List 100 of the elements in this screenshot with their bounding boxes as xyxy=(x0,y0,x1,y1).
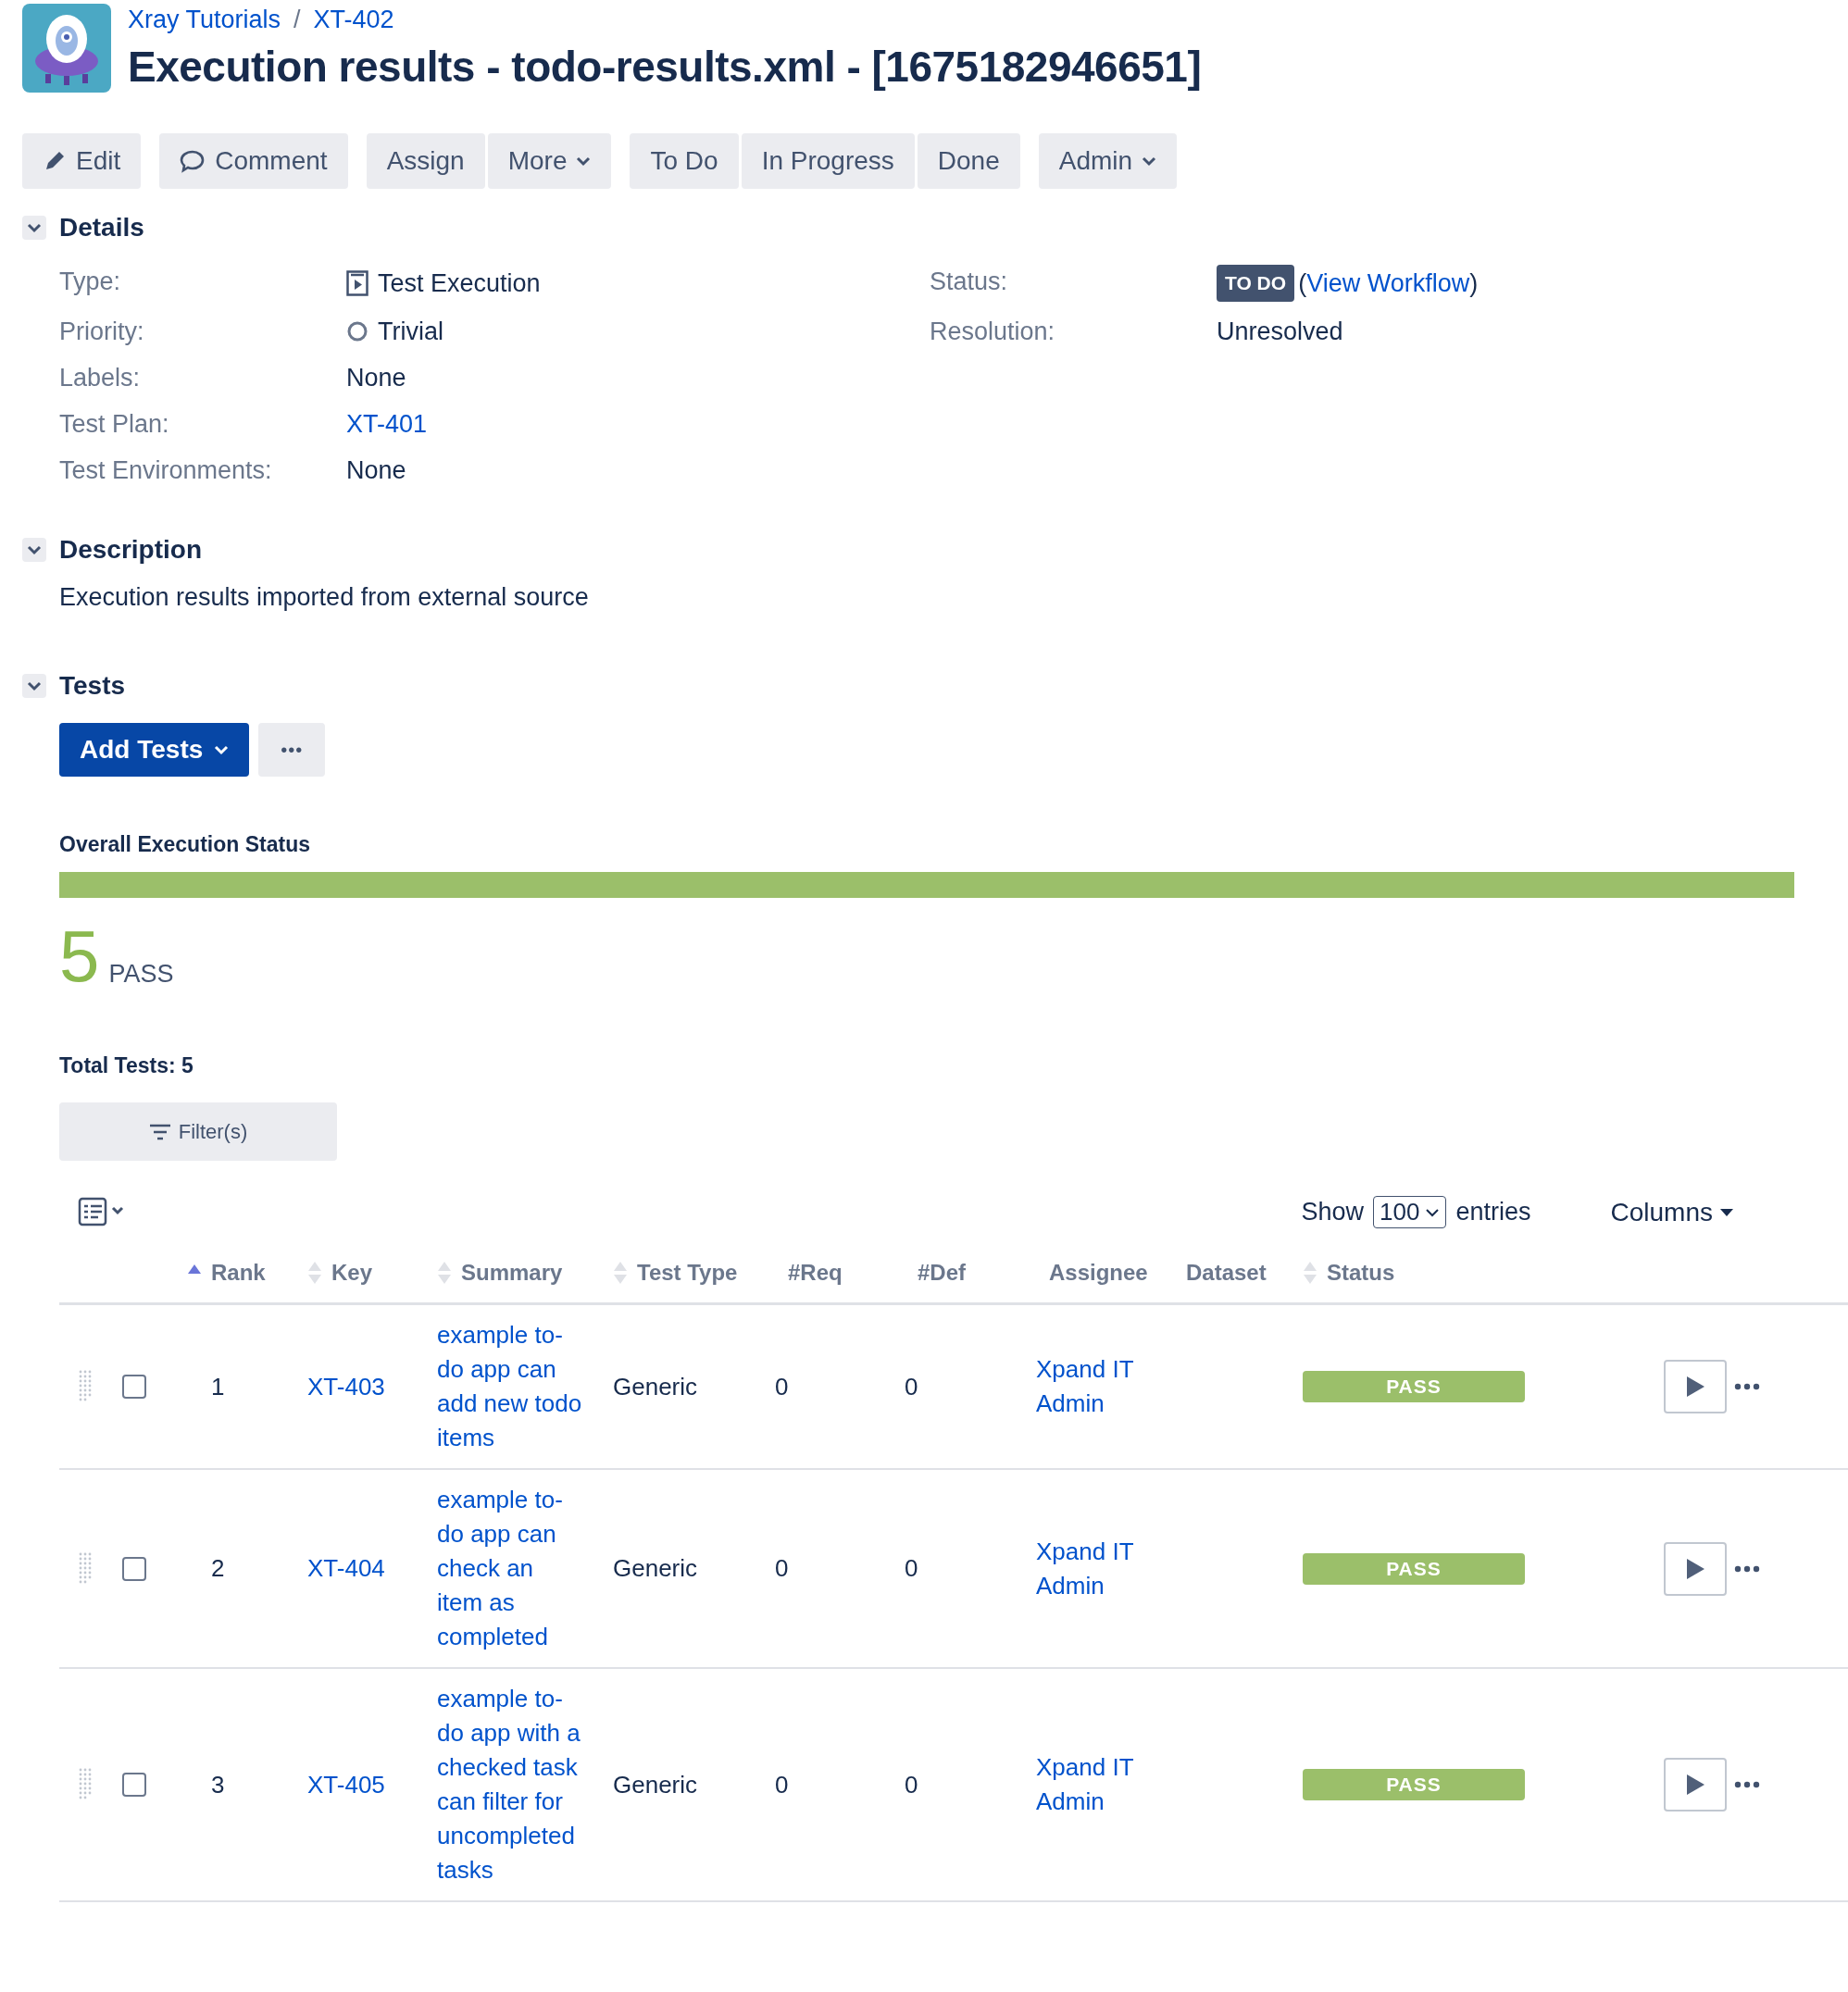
add-tests-button[interactable]: Add Tests xyxy=(59,723,250,777)
status-badge: PASS xyxy=(1303,1769,1525,1800)
column-header: Dataset xyxy=(1186,1260,1267,1286)
assignee-link[interactable]: Xpand IT Admin xyxy=(1036,1750,1143,1819)
detail-label: Test Environments: xyxy=(59,455,273,486)
run-test-button[interactable] xyxy=(1664,1360,1727,1413)
status-badge: PASS xyxy=(1303,1552,1525,1585)
assignee-link[interactable]: Xpand IT Admin xyxy=(1036,1352,1143,1421)
test-summary-link[interactable]: example to-do app can check an item as completed xyxy=(437,1483,593,1654)
status-badge: TO DO xyxy=(1217,265,1295,302)
defects-count-cell-text: 0 xyxy=(905,1554,919,1583)
test-type-cell-text: Generic xyxy=(613,1372,699,1401)
speech-bubble-icon xyxy=(180,149,206,173)
defects-count-cell-text: 0 xyxy=(905,1770,919,1799)
row-checkbox[interactable] xyxy=(122,1556,146,1581)
toolbar-button[interactable]: To Do xyxy=(630,133,739,189)
filter-button[interactable]: Filter(s) xyxy=(59,1102,337,1161)
list-edit-icon[interactable] xyxy=(78,1196,124,1228)
assignee-link[interactable]: Xpand IT Admin xyxy=(1036,1534,1143,1603)
caret-icon xyxy=(1720,1207,1733,1217)
test-summary-link[interactable]: example to-do app with a checked task can filter for uncompleted tasks xyxy=(437,1682,593,1887)
detail-value: None xyxy=(346,363,407,393)
column-header: #Def xyxy=(918,1260,967,1286)
chevron-down-icon xyxy=(214,744,230,755)
chevron-down-icon xyxy=(1142,156,1157,167)
play-icon xyxy=(1685,1557,1705,1580)
more-options-icon[interactable] xyxy=(1734,1781,1760,1788)
status-badge: PASS xyxy=(1303,1371,1525,1402)
circle-icon xyxy=(346,320,368,342)
toolbar-button[interactable]: More xyxy=(487,133,612,189)
chevron-down-icon xyxy=(1425,1207,1441,1217)
column-header: Assignee xyxy=(1049,1260,1148,1286)
column-header: #Req xyxy=(788,1260,843,1286)
detail-label: Labels: xyxy=(59,363,142,393)
test-plan-link[interactable]: XT-401 xyxy=(346,407,428,441)
pass-label: PASS xyxy=(108,960,174,989)
section-heading: Description xyxy=(59,535,203,565)
toolbar-button[interactable]: Assign xyxy=(366,133,485,189)
collapse-toggle-icon[interactable] xyxy=(22,674,46,698)
breadcrumb-link[interactable]: XT-402 xyxy=(313,6,394,34)
description-text: Execution results imported from external source xyxy=(59,583,590,612)
entries-label: entries xyxy=(1455,1198,1531,1226)
toolbar-button[interactable]: Comment xyxy=(159,133,348,189)
filter-icon xyxy=(148,1123,171,1140)
detail-value: Unresolved xyxy=(1217,317,1344,347)
sort-ascending-icon[interactable] xyxy=(187,1264,202,1275)
toolbar-button[interactable]: Edit xyxy=(22,133,142,189)
row-checkbox[interactable] xyxy=(122,1375,146,1399)
columns-button[interactable]: Columns xyxy=(1605,1196,1739,1228)
detail-label: Resolution: xyxy=(930,317,1056,347)
view-workflow-link[interactable]: View Workflow xyxy=(1306,269,1470,297)
toolbar-button[interactable]: Admin xyxy=(1038,133,1178,189)
row-checkbox[interactable] xyxy=(122,1773,146,1797)
collapse-toggle-icon[interactable] xyxy=(22,216,46,240)
rank-cell-text: 3 xyxy=(210,1770,226,1799)
run-test-button[interactable] xyxy=(1664,1758,1727,1811)
page-title: Execution results - todo-results.xml - [1675182946651] xyxy=(128,42,1202,92)
more-options-button[interactable]: ••• xyxy=(258,723,326,777)
detail-label: Test Plan: xyxy=(59,409,170,440)
test-type-cell-text: Generic xyxy=(613,1770,699,1799)
parenthesis-text: ) xyxy=(1469,269,1479,297)
requirements-count-cell-text: 0 xyxy=(775,1372,790,1401)
column-header[interactable]: Rank xyxy=(211,1260,266,1286)
column-header[interactable]: Summary xyxy=(461,1260,563,1286)
show-label: Show xyxy=(1301,1198,1365,1226)
rank-cell-text: 2 xyxy=(210,1554,226,1583)
test-key-link[interactable]: XT-404 xyxy=(307,1554,393,1582)
test-summary-link[interactable]: example to-do app can add new todo items xyxy=(437,1318,593,1455)
defects-count-cell-text: 0 xyxy=(905,1372,919,1401)
collapse-toggle-icon[interactable] xyxy=(22,538,46,562)
section-heading: Details xyxy=(59,213,144,243)
rank-cell-text: 1 xyxy=(210,1372,226,1401)
test-key-link[interactable]: XT-405 xyxy=(307,1770,393,1799)
test-key-link[interactable]: XT-403 xyxy=(307,1372,393,1401)
column-header[interactable]: Status xyxy=(1327,1260,1395,1286)
more-options-icon[interactable] xyxy=(1734,1383,1760,1390)
detail-label: Priority: xyxy=(59,317,145,347)
chevron-down-icon xyxy=(576,156,592,167)
overall-status-title: Overall Execution Status xyxy=(59,832,311,857)
detail-label: Status: xyxy=(930,267,1009,297)
run-test-button[interactable] xyxy=(1664,1541,1727,1596)
page-size-select[interactable]: 100 xyxy=(1373,1196,1447,1228)
toolbar-button[interactable]: Done xyxy=(917,133,1020,189)
test-type-cell-text: Generic xyxy=(613,1554,699,1583)
requirements-count-cell-text: 0 xyxy=(775,1770,790,1799)
total-tests-text: Total Tests: 5 xyxy=(59,1053,194,1078)
toolbar-button[interactable]: In Progress xyxy=(741,133,915,189)
section-heading: Tests xyxy=(59,671,126,701)
breadcrumb-separator: / xyxy=(293,6,301,34)
detail-value: Test Execution xyxy=(378,268,541,299)
breadcrumb-link[interactable]: Xray Tutorials xyxy=(128,6,281,34)
column-header[interactable]: Key xyxy=(331,1260,373,1286)
pass-count: 5 xyxy=(59,920,100,992)
column-header[interactable]: Test Type xyxy=(637,1260,738,1286)
test-execution-icon xyxy=(346,270,368,296)
detail-value: Trivial xyxy=(378,317,443,347)
play-icon xyxy=(1685,1774,1705,1796)
parenthesis-text: ( xyxy=(1298,269,1307,297)
app-logo-icon xyxy=(22,4,111,93)
more-options-icon[interactable] xyxy=(1734,1564,1760,1573)
